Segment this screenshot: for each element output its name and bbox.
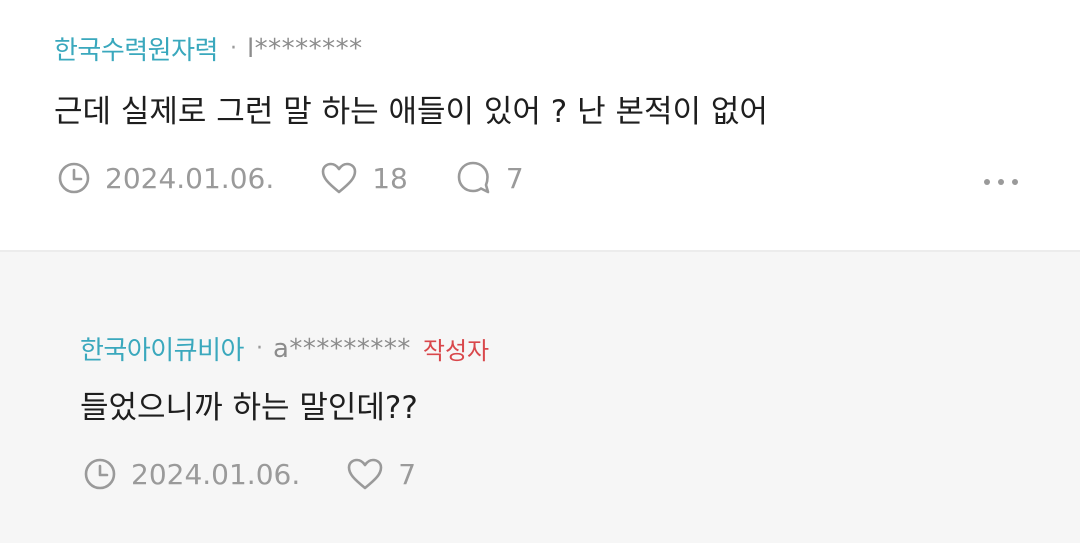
- more-icon[interactable]: [984, 172, 1018, 192]
- username[interactable]: l********: [247, 34, 363, 64]
- clock-icon: [57, 161, 91, 195]
- like-count: 7: [398, 457, 417, 491]
- like-button[interactable]: 18: [320, 161, 408, 195]
- company-name[interactable]: 한국수력원자력: [54, 30, 218, 67]
- comment-header: 한국수력원자력 · l********: [54, 30, 363, 67]
- date-stat: 2024.01.06.: [57, 161, 274, 195]
- company-name[interactable]: 한국아이큐비아: [80, 330, 244, 367]
- speech-bubble-icon: [456, 160, 492, 196]
- comment-text: 근데 실제로 그런 말 하는 애들이 있어 ? 난 본적이 없어: [54, 94, 768, 130]
- reply-stats: 2024.01.06. 7: [83, 457, 416, 491]
- like-button[interactable]: 7: [346, 457, 416, 491]
- reply-count: 7: [505, 161, 524, 195]
- separator: ·: [229, 36, 237, 61]
- reply-text: 들었으니까 하는 말인데??: [80, 390, 418, 426]
- separator: ·: [255, 336, 263, 361]
- reply-comment: 한국아이큐비아 · a********* 작성자 들었으니까 하는 말인데?? …: [0, 252, 1080, 543]
- reply-header: 한국아이큐비아 · a********* 작성자: [80, 330, 489, 367]
- like-count: 18: [372, 161, 408, 195]
- comment-stats: 2024.01.06. 18 7: [57, 160, 524, 196]
- author-badge: 작성자: [422, 337, 490, 365]
- heart-icon: [320, 161, 358, 195]
- comment: 한국수력원자력 · l******** 근데 실제로 그런 말 하는 애들이 있…: [0, 0, 1080, 250]
- reply-date: 2024.01.06.: [131, 457, 301, 491]
- reply-button[interactable]: 7: [456, 160, 524, 196]
- date-stat: 2024.01.06.: [83, 457, 300, 491]
- heart-icon: [346, 457, 384, 491]
- comment-date: 2024.01.06.: [105, 161, 275, 195]
- clock-icon: [83, 457, 117, 491]
- username[interactable]: a*********: [273, 334, 411, 364]
